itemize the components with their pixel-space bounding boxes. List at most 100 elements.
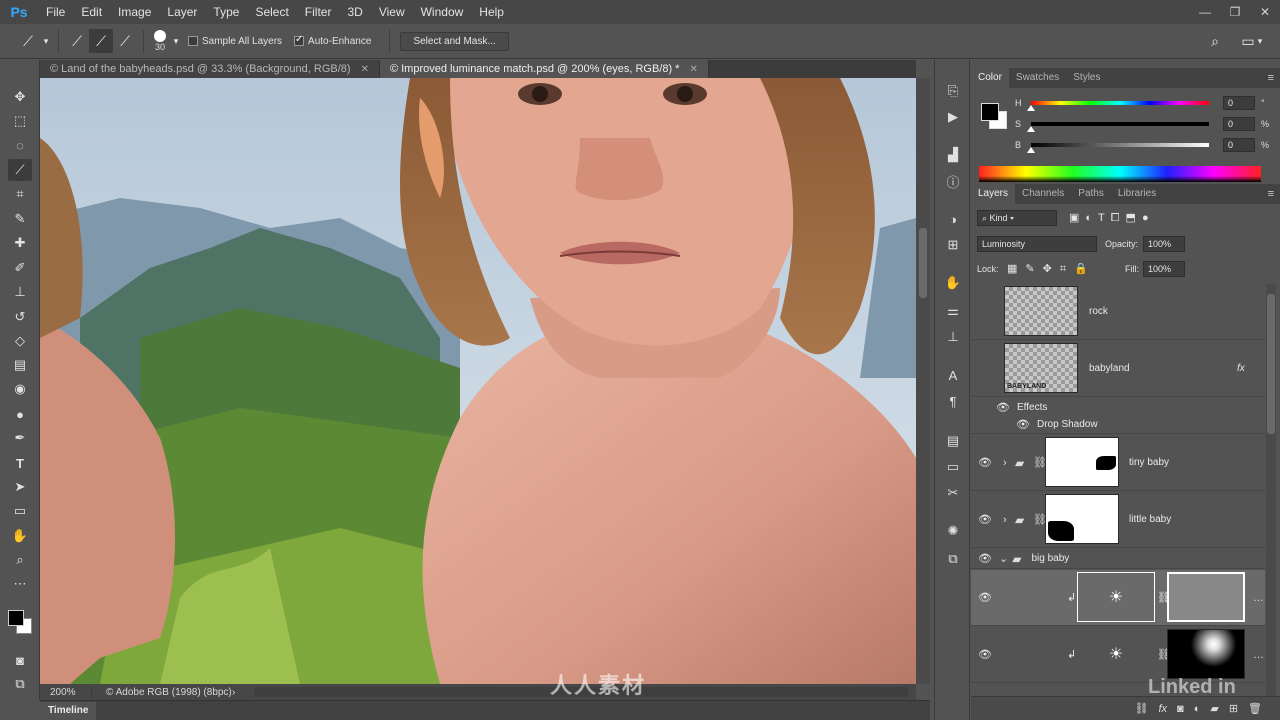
adjustment-layer-row[interactable]: 👁 ↲ ☀ ⛓ … (971, 627, 1265, 683)
layer-row-little-baby[interactable]: 👁 › ▰ ⛓ little baby (971, 492, 1265, 548)
add-fx-icon[interactable]: fx (1158, 703, 1167, 715)
tool-presets-icon[interactable]: ✂ (941, 482, 965, 504)
info-panel-icon[interactable]: ⓘ (941, 170, 965, 192)
eye-icon[interactable]: 👁 (971, 456, 999, 469)
panel-menu-icon[interactable]: ≡ (1268, 72, 1274, 84)
search-icon[interactable]: ⌕ (1203, 29, 1227, 53)
brush-settings-icon[interactable]: ⚌ (941, 300, 965, 322)
tab-color[interactable]: Color (971, 68, 1009, 88)
blur-tool-icon[interactable]: ◉ (8, 378, 32, 400)
minimize-button[interactable]: — (1190, 0, 1220, 24)
lasso-tool-icon[interactable]: ◌ (8, 134, 32, 156)
brightness-thumb[interactable] (1027, 147, 1035, 153)
auto-enhance-toggle[interactable]: Auto-Enhance (294, 34, 371, 47)
foreground-color-swatch[interactable] (8, 610, 24, 626)
eye-icon[interactable]: 👁 (1009, 418, 1037, 431)
eye-icon[interactable]: 👁 (971, 591, 999, 604)
opacity-field[interactable]: 100% (1143, 236, 1185, 252)
close-icon[interactable]: ✕ (689, 64, 697, 75)
tab-styles[interactable]: Styles (1066, 68, 1107, 88)
screen-mode-icon[interactable]: ⧉ (8, 673, 32, 695)
new-group-icon[interactable]: ▰ (1210, 702, 1218, 715)
chevron-down-icon[interactable]: ▾ (1254, 29, 1266, 53)
clone-source-icon[interactable]: ⊥ (941, 326, 965, 348)
more-icon[interactable]: … (1253, 592, 1264, 604)
sample-all-layers-toggle[interactable]: Sample All Layers (188, 36, 282, 47)
more-tools-icon[interactable]: ⋯ (8, 573, 32, 595)
folder-expand-icon[interactable]: › (1003, 457, 1007, 469)
layer-filter-icons[interactable]: ▣◐T⧠⬒● (1069, 211, 1155, 225)
new-adjustment-icon[interactable]: ◐ (1194, 703, 1201, 715)
clone-stamp-tool-icon[interactable]: ⊥ (8, 281, 32, 303)
tab-layers[interactable]: Layers (971, 184, 1016, 204)
3d-panel-icon[interactable]: ✺ (941, 520, 965, 542)
chevron-down-icon[interactable]: ▾ (40, 29, 52, 53)
timeline-panel-tab[interactable]: Timeline (40, 700, 930, 720)
layer-row-babyland[interactable]: BABYLAND babyland fx (971, 341, 1265, 397)
eye-icon[interactable]: 👁 (989, 401, 1017, 414)
tab-land-of-babyheads[interactable]: © Land of the babyheads.psd @ 33.3% (Bac… (40, 60, 380, 78)
saturation-value[interactable]: 0 (1223, 117, 1255, 131)
menu-filter[interactable]: Filter (297, 0, 340, 24)
histogram-panel-icon[interactable]: ▟ (941, 144, 965, 166)
fill-field[interactable]: 100% (1143, 261, 1185, 277)
menu-view[interactable]: View (371, 0, 413, 24)
menu-type[interactable]: Type (205, 0, 247, 24)
quick-selection-preset-icon[interactable]: ⟋ (16, 29, 40, 53)
folder-collapse-icon[interactable]: ⌄ (999, 552, 1008, 565)
menu-help[interactable]: Help (471, 0, 512, 24)
subtract-from-selection-icon[interactable]: ⟋ (113, 29, 137, 53)
brightness-value[interactable]: 0 (1223, 138, 1255, 152)
eye-icon[interactable]: 👁 (971, 648, 999, 661)
restore-button[interactable]: ❐ (1220, 0, 1250, 24)
pen-tool-icon[interactable]: ✒ (8, 427, 32, 449)
hue-thumb[interactable] (1027, 105, 1035, 111)
foreground-color-swatch[interactable] (981, 103, 999, 121)
hue-track[interactable] (1027, 101, 1209, 111)
brightness-slider[interactable]: B 0 % (1015, 138, 1269, 153)
move-tool-icon[interactable]: ✥ (8, 86, 32, 108)
tab-paths[interactable]: Paths (1071, 184, 1111, 204)
brush-tool-icon[interactable]: ✐ (8, 257, 32, 279)
saturation-slider[interactable]: S 0 % (1015, 117, 1269, 132)
path-selection-tool-icon[interactable]: ➤ (8, 476, 32, 498)
adjustment-layer-row[interactable]: 👁 ↲ ☀ ⛓ … (971, 570, 1265, 626)
menu-window[interactable]: Window (413, 0, 472, 24)
menu-image[interactable]: Image (110, 0, 159, 24)
delete-layer-icon[interactable]: 🗑 (1248, 702, 1262, 715)
menu-file[interactable]: File (38, 0, 73, 24)
layer-row-tiny-baby[interactable]: 👁 › ▰ ⛓ tiny baby (971, 435, 1265, 491)
menu-3d[interactable]: 3D (339, 0, 370, 24)
history-panel-icon[interactable]: ⎘ (941, 80, 965, 102)
document-canvas[interactable] (40, 78, 916, 684)
tab-swatches[interactable]: Swatches (1009, 68, 1066, 88)
sample-all-layers-checkbox[interactable] (188, 36, 198, 46)
blend-mode-dropdown[interactable]: Luminosity (977, 236, 1097, 252)
layer-row-rock[interactable]: rock (971, 284, 1265, 340)
hand-tool-icon[interactable]: ✋ (8, 525, 32, 547)
marquee-tool-icon[interactable]: ⬚ (8, 110, 32, 132)
paragraph-panel-icon[interactable]: ¶ (941, 390, 965, 412)
actions-panel-icon[interactable]: ▶ (941, 106, 965, 128)
select-and-mask-button[interactable]: Select and Mask... (400, 31, 509, 51)
character-panel-icon[interactable]: A (941, 364, 965, 386)
fg-bg-swatches[interactable] (979, 101, 1009, 131)
brush-size-picker[interactable]: 30 (154, 30, 166, 52)
layer-filter-kind[interactable]: ⌕ Kind ▾ (977, 210, 1057, 226)
layer-row-big-baby[interactable]: 👁 ⌄ ▰ big baby (971, 549, 1265, 569)
crop-tool-icon[interactable]: ⌗ (8, 183, 32, 205)
saturation-track[interactable] (1027, 122, 1209, 132)
scroll-thumb[interactable] (919, 228, 927, 298)
saturation-thumb[interactable] (1027, 126, 1035, 132)
properties-panel-icon[interactable]: ⊞ (941, 234, 965, 256)
status-menu-arrow[interactable]: › (232, 687, 246, 698)
link-layers-icon[interactable]: ⛓ (1135, 702, 1149, 715)
rectangle-tool-icon[interactable]: ▭ (8, 500, 32, 522)
auto-enhance-checkbox[interactable] (294, 34, 305, 46)
history-brush-tool-icon[interactable]: ↺ (8, 306, 32, 328)
close-window-button[interactable]: ✕ (1250, 0, 1280, 24)
new-selection-icon[interactable]: ⟋ (65, 29, 89, 53)
menu-layer[interactable]: Layer (159, 0, 205, 24)
canvas-vertical-scrollbar[interactable] (916, 78, 930, 684)
quick-selection-tool-icon[interactable]: ⟋ (8, 159, 32, 181)
